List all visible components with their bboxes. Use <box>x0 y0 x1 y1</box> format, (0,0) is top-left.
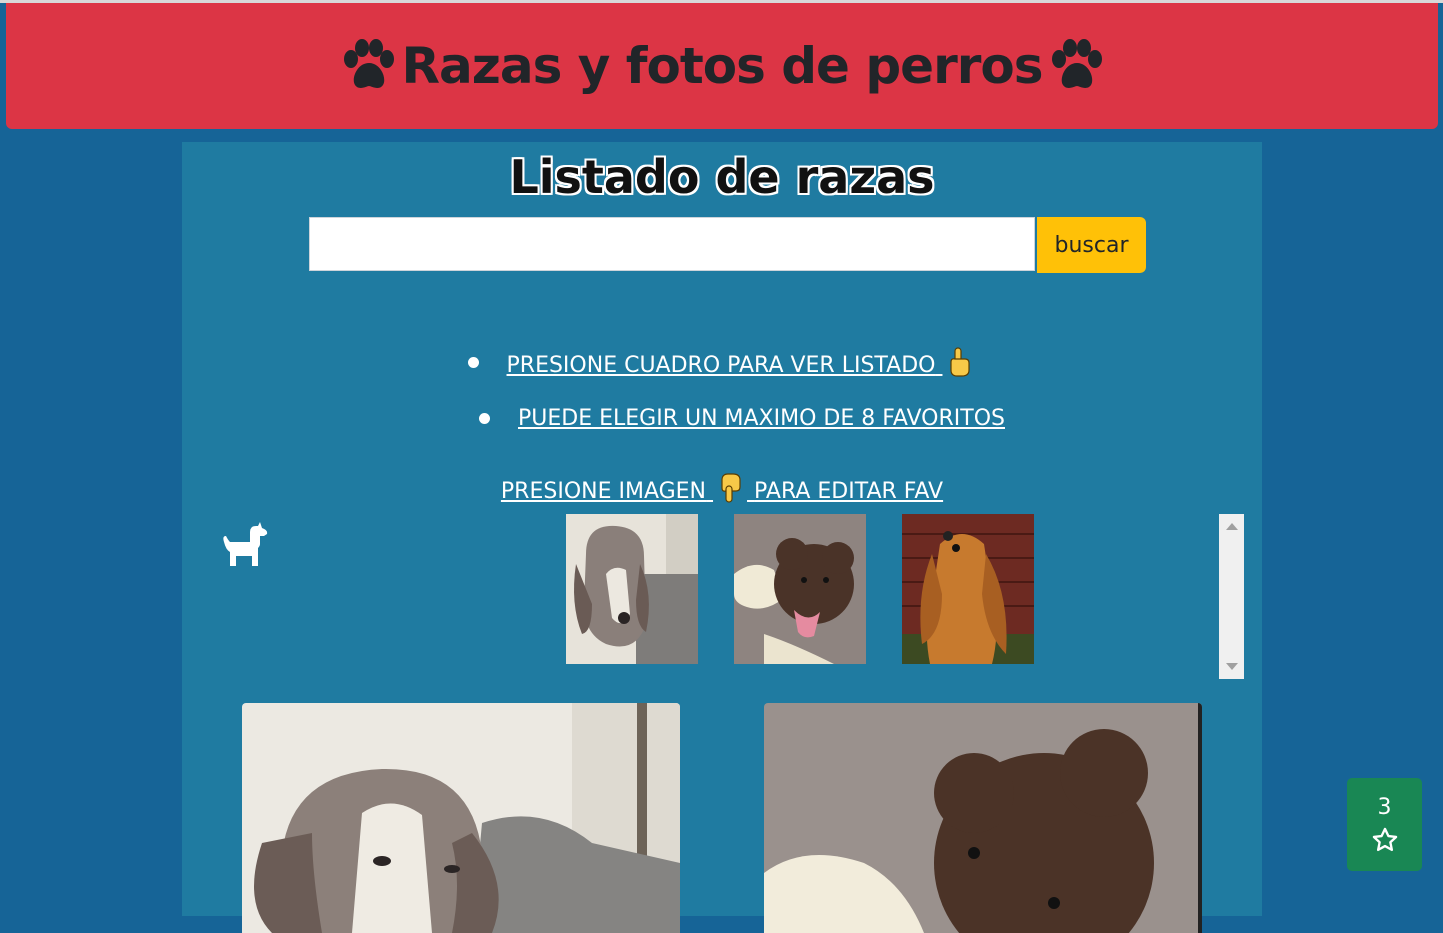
favorites-scrollbar[interactable] <box>1219 514 1244 679</box>
scroll-down-icon[interactable] <box>1226 663 1238 670</box>
brown-poodle-image <box>734 514 866 664</box>
pointing-down-hand-icon <box>721 473 741 503</box>
star-outline-icon <box>1372 827 1397 852</box>
pointing-up-hand-icon <box>950 347 971 377</box>
favorites-thumbnails <box>566 514 1034 664</box>
favorites-count: 3 <box>1377 795 1392 820</box>
scroll-up-icon[interactable] <box>1226 523 1238 530</box>
dog-icon[interactable] <box>220 522 268 568</box>
max-favorites-note[interactable]: PUEDE ELEGIR UN MAXIMO DE 8 FAVORITOS <box>518 406 1005 431</box>
site-header: Razas y fotos de perros <box>6 3 1438 129</box>
section-title: Listado de razas <box>509 150 935 204</box>
list-item: PRESIONE CUADRO PARA VER LISTADO <box>182 346 1262 378</box>
edit-fav-link[interactable]: PRESIONE IMAGEN PARA EDITAR FAV <box>501 472 943 504</box>
header-title: Razas y fotos de perros <box>401 37 1043 95</box>
edit-fav-hint: PRESIONE IMAGEN PARA EDITAR FAV <box>182 472 1262 504</box>
bullet <box>479 413 490 424</box>
favorites-counter-button[interactable]: 3 <box>1347 778 1422 871</box>
edit-fav-label-after: PARA EDITAR FAV <box>754 479 944 504</box>
basset-hound-image <box>566 514 698 664</box>
paw-icon <box>1051 39 1102 88</box>
list-item: PUEDE ELEGIR UN MAXIMO DE 8 FAVORITOS <box>182 406 1262 431</box>
basset-hound-card-image <box>242 703 680 933</box>
favorite-thumbnail-cocker-spaniel[interactable] <box>902 514 1034 664</box>
bullet <box>467 356 479 368</box>
header-title-group: Razas y fotos de perros <box>339 37 1104 95</box>
breed-search-input[interactable] <box>309 217 1035 271</box>
favorite-thumbnail-brown-poodle[interactable] <box>734 514 866 664</box>
paw-icon <box>344 39 395 88</box>
search-button[interactable]: buscar <box>1037 217 1146 273</box>
show-list-label: PRESIONE CUADRO PARA VER LISTADO <box>506 353 936 378</box>
edit-fav-label-before: PRESIONE IMAGEN <box>500 479 707 504</box>
brown-poodle-card-image <box>764 703 1202 933</box>
show-list-link[interactable]: PRESIONE CUADRO PARA VER LISTADO <box>507 346 977 378</box>
favorite-thumbnail-basset-hound[interactable] <box>566 514 698 664</box>
breeds-panel: Listado de razas buscar PRESIONE CUADRO … <box>182 142 1262 933</box>
cocker-spaniel-image <box>902 514 1034 664</box>
breed-card-basset-hound[interactable] <box>242 703 680 933</box>
breed-card-brown-poodle[interactable] <box>764 703 1202 933</box>
